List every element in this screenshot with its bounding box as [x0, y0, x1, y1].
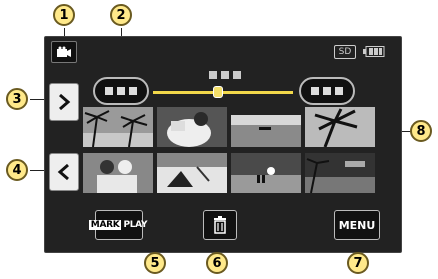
callout-7: 7	[347, 252, 369, 274]
mode-button[interactable]	[51, 41, 77, 63]
camera-lcd-screen: SD MARK PLAY MENU	[44, 36, 402, 253]
thumbnail-boat-lake[interactable]	[231, 107, 301, 147]
thumbnail-palm-sky[interactable]	[305, 107, 375, 147]
callout-6: 6	[206, 252, 228, 274]
thumbnail-couple[interactable]	[83, 153, 153, 193]
callout-8: 8	[410, 120, 432, 142]
callout-3: 3	[6, 88, 28, 110]
thumbnail-palm-beach[interactable]	[83, 107, 153, 147]
play-label: PLAY	[123, 220, 148, 230]
current-date-display	[205, 71, 245, 81]
thumbnail-sunset-couple[interactable]	[231, 153, 301, 193]
next-page-button[interactable]	[49, 83, 79, 121]
prev-page-button[interactable]	[49, 153, 79, 191]
date-slider-track[interactable]	[153, 91, 293, 94]
sd-card-indicator: SD	[334, 45, 356, 59]
thumbnail-beach-chair[interactable]	[157, 153, 227, 193]
delete-button[interactable]	[203, 210, 237, 240]
thumbnail-reading-woman[interactable]	[157, 107, 227, 147]
callout-5: 5	[144, 252, 166, 274]
callout-1: 1	[53, 4, 75, 26]
callout-4: 4	[6, 159, 28, 181]
date-slider-knob[interactable]	[213, 86, 223, 98]
mark-label: MARK	[88, 220, 122, 230]
chevron-right-icon	[59, 93, 71, 111]
thumbnail-night-coast[interactable]	[305, 153, 375, 193]
callout-2: 2	[110, 4, 132, 26]
next-date-button[interactable]	[299, 77, 355, 105]
menu-button[interactable]: MENU	[334, 210, 380, 240]
trash-icon	[214, 216, 226, 234]
prev-date-button[interactable]	[93, 77, 149, 105]
chevron-left-icon	[57, 163, 69, 181]
mark-play-button[interactable]: MARK PLAY	[88, 210, 148, 240]
battery-icon	[363, 46, 385, 57]
video-camera-icon	[57, 46, 71, 57]
